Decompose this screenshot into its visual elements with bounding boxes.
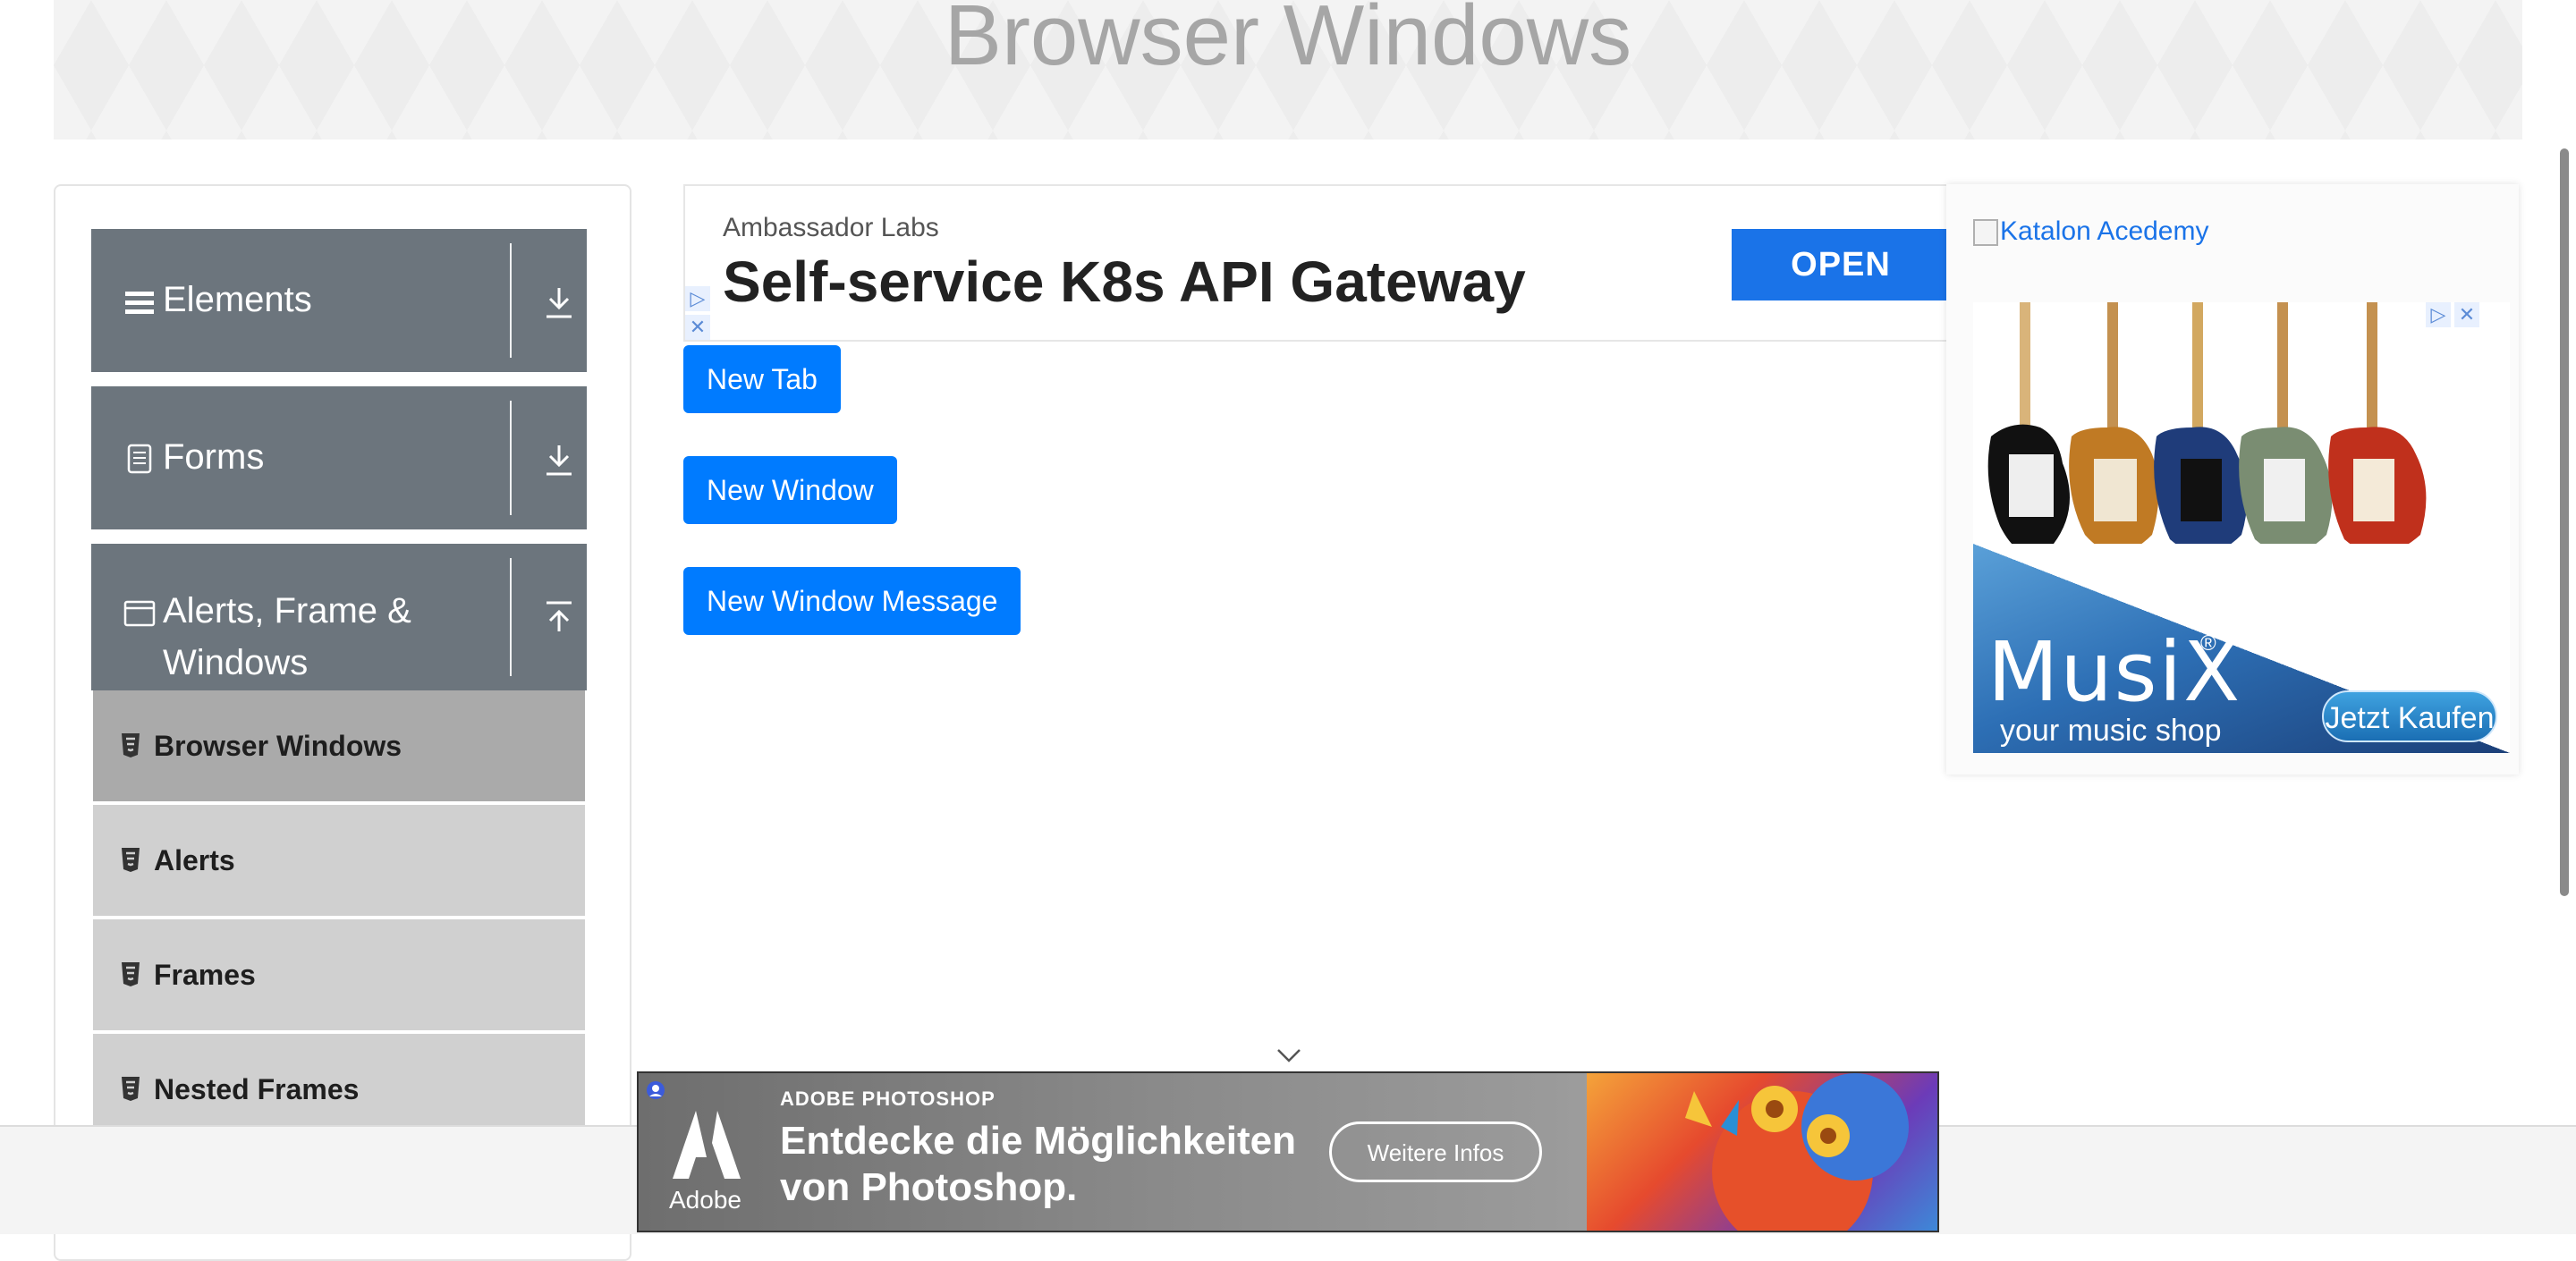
group-divider [510,558,512,676]
ad-badge-icon [647,1081,665,1099]
document-icon [127,444,152,474]
ad-kicker: ADOBE PHOTOSHOP [780,1088,996,1110]
ad-brand-mark: ® [2200,631,2216,656]
hamburger-icon [125,292,154,314]
ad-close-icon[interactable]: ✕ [685,315,710,340]
ad-artwork-image [1587,1073,1937,1231]
ad-headline: Self-service K8s API Gateway [723,250,1526,314]
new-window-message-button[interactable]: New Window Message [683,567,1021,635]
sidebar-item-frames[interactable]: Frames [93,919,585,1030]
broken-image-alt: Katalon Acedemy [2000,216,2209,246]
broken-image-link[interactable]: Katalon Acedemy [1973,216,2208,247]
new-tab-button[interactable]: New Tab [683,345,841,413]
html5-icon [122,848,140,872]
ad-sponsor: Ambassador Labs [723,213,939,242]
download-arrow-icon [547,445,572,476]
ad-close-icon[interactable]: ✕ [2454,302,2479,327]
new-window-button[interactable]: New Window [683,456,897,524]
page-title: Browser Windows [944,0,1632,83]
html5-icon [122,1077,140,1101]
upload-arrow-icon [547,601,572,631]
ad-more-info-button[interactable]: Weitere Infos [1329,1121,1542,1182]
group-label-elements: Elements [163,280,312,319]
broken-image-icon [1973,219,1998,247]
group-label-windows: Windows [163,643,309,682]
ad-choices-icon[interactable]: ▷ [2426,302,2451,327]
right-ad-panel: Katalon Acedemy MusiX ® your music shop … [1946,184,2519,774]
sidebar-item-alerts[interactable]: Alerts [93,805,585,916]
ad-headline-line1: Entdecke die Möglichkeiten [780,1119,1297,1163]
sidebar-item-label: Browser Windows [154,730,402,762]
chevron-down-icon[interactable] [1275,1046,1302,1064]
flower-face-illustration [1685,1073,1909,1231]
bottom-ad-banner[interactable]: Adobe ADOBE PHOTOSHOP Entdecke die Mögli… [637,1071,1939,1232]
ad-buy-button[interactable]: Jetzt Kaufen [2322,690,2497,742]
html5-icon [122,962,140,986]
group-label-forms: Forms [163,437,265,477]
page-scrollbar[interactable] [2560,148,2569,896]
group-header-alerts-frame-windows[interactable]: Alerts, Frame & Windows [91,544,587,690]
sidebar-item-label: Nested Frames [154,1073,360,1105]
ad-open-button[interactable]: OPEN [1732,229,1950,300]
sidebar-item-browser-windows[interactable]: Browser Windows [93,690,585,801]
sidebar-item-label: Frames [154,959,256,991]
group-header-elements[interactable]: Elements [91,229,587,372]
left-sidebar: Elements Forms Alerts, Frame & Windows B… [54,184,631,1261]
html5-icon [122,733,140,757]
ad-headline-line2: von Photoshop. [780,1165,1078,1209]
music-ad[interactable]: MusiX ® your music shop Jetzt Kaufen [1973,302,2510,753]
download-arrow-icon [547,288,572,318]
page-banner: Browser Windows [54,0,2522,140]
window-icon [123,600,156,627]
ad-choices-icon[interactable]: ▷ [685,286,710,311]
ad-tagline: your music shop [2000,714,2222,748]
adobe-company-text: Adobe [669,1186,741,1214]
group-header-forms[interactable]: Forms [91,386,587,529]
adobe-logo-icon [673,1111,741,1179]
ad-headline: Entdecke die Möglichkeiten von Photoshop… [780,1118,1352,1211]
sidebar-item-label: Alerts [154,844,235,876]
group-label-alerts: Alerts, Frame & [163,591,411,630]
top-ad-banner[interactable]: Ambassador Labs Self-service K8s API Gat… [683,184,1950,342]
group-divider [510,401,512,515]
group-divider [510,243,512,358]
